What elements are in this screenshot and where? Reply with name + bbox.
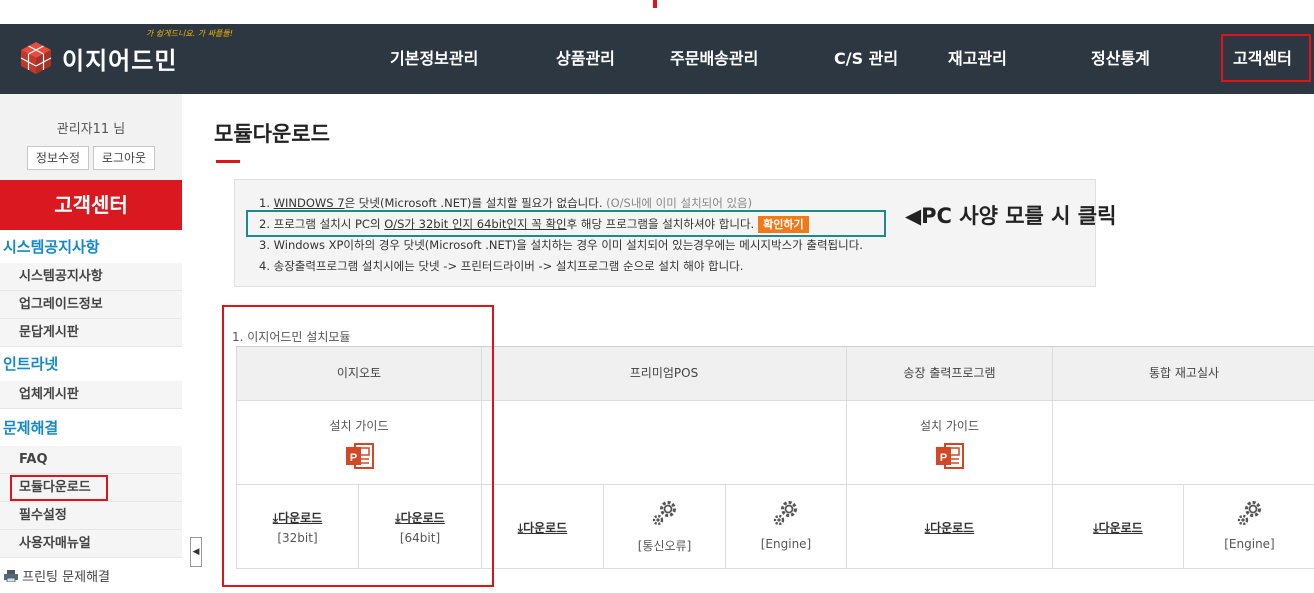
menu-cs[interactable]: C/S 관리 — [834, 24, 898, 94]
menu-order-shipping[interactable]: 주문배송관리 — [670, 24, 758, 94]
download-cell-inventory: ⤓다운로드 — [1053, 485, 1184, 569]
menu-active-highlight — [1221, 34, 1311, 82]
powerpoint-icon[interactable]: P — [935, 441, 965, 471]
notice-line-1-text: 은 닷넷(Microsoft .NET)를 설치할 필요가 없습니다. — [344, 196, 603, 210]
gear-icon[interactable] — [772, 499, 800, 527]
menu-inventory[interactable]: 재고관리 — [948, 24, 1007, 94]
sidebar-active-highlight — [10, 475, 108, 501]
download-link[interactable]: ⤓다운로드 — [1053, 519, 1183, 536]
sidebar-item-faq[interactable]: FAQ — [0, 446, 182, 474]
notice-line-1: 1. WINDOWS 7은 닷넷(Microsoft .NET)를 설치할 필요… — [259, 195, 752, 211]
menu-products[interactable]: 상품관리 — [556, 24, 615, 94]
notice-line-3: 3. Windows XP이하의 경우 닷넷(Microsoft .NET)을 … — [259, 238, 863, 252]
table-header-inventory-check: 통합 재고실사 — [1053, 347, 1314, 401]
collapse-arrow-icon[interactable]: ◀ — [190, 537, 202, 567]
notice-line-1-note: (O/S내에 이미 설치되어 있음) — [602, 196, 753, 210]
download-label: 다운로드 — [930, 521, 975, 535]
top-red-marker — [653, 0, 657, 8]
guide-cell-premium-pos — [482, 401, 847, 485]
gear-cell-pos-comm-error: [통신오류] — [604, 485, 726, 569]
download-cell-invoice-printer: ⤓다운로드 — [847, 485, 1053, 569]
notice-line-2-highlight — [246, 210, 886, 237]
ezauto-column-highlight — [222, 305, 494, 587]
sidebar-item-printing-help[interactable]: 프린팅 문제해결 — [0, 564, 182, 592]
admin-name: 관리자11 님 — [56, 122, 126, 137]
top-navigation-bar: 이지어드민 가 쉽게드니요. 가 싸플들! 기본정보관리 상품관리 주문배송관리… — [0, 24, 1314, 94]
gear-label: [Engine] — [1224, 537, 1275, 551]
guide-cell-inventory-check — [1053, 401, 1314, 485]
notice-line-1-link[interactable]: WINDOWS 7 — [274, 196, 345, 210]
logo-slogan: 가 쉽게드니요. 가 싸플들! — [146, 29, 233, 38]
table-header-invoice-printer: 송장 출력프로그램 — [847, 347, 1053, 401]
sidebar-category-intranet[interactable]: 인트라넷 — [0, 350, 182, 378]
printer-icon — [4, 570, 18, 583]
download-label: 다운로드 — [1098, 521, 1143, 535]
menu-settlement[interactable]: 정산통계 — [1091, 24, 1150, 94]
gear-cell-pos-engine: [Engine] — [726, 485, 847, 569]
sidebar-item-required-settings[interactable]: 필수설정 — [0, 502, 182, 530]
logo-cube-icon — [20, 42, 52, 74]
guide-label[interactable]: 설치 가이드 — [847, 417, 1052, 434]
sidebar-item-system-notices[interactable]: 시스템공지사항 — [0, 263, 182, 291]
guide-cell-invoice-printer: 설치 가이드 P — [847, 401, 1053, 485]
page-title: 모듈다운로드 — [214, 122, 330, 146]
sidebar-item-user-manual[interactable]: 사용자매뉴얼 — [0, 530, 182, 558]
gear-cell-inventory-engine: [Engine] — [1184, 485, 1314, 569]
sidebar-header: 고객센터 — [0, 180, 182, 230]
download-link[interactable]: ⤓다운로드 — [482, 519, 603, 536]
gear-icon[interactable] — [1236, 499, 1264, 527]
sidebar-item-qa-board[interactable]: 문답게시판 — [0, 319, 182, 347]
edit-info-button[interactable]: 정보수정 — [27, 146, 89, 170]
download-link[interactable]: ⤓다운로드 — [847, 519, 1052, 536]
download-label: 다운로드 — [523, 521, 568, 535]
sidebar-category-notices[interactable]: 시스템공지사항 — [0, 233, 182, 261]
pc-spec-callout: ◀PC 사양 모를 시 클릭 — [905, 204, 1117, 228]
sidebar-item-vendor-board[interactable]: 업체게시판 — [0, 381, 182, 409]
printing-help-label: 프린팅 문제해결 — [22, 570, 110, 585]
sidebar: 관리자11 님 정보수정 로그아웃 고객센터 시스템공지사항 시스템공지사항 업… — [0, 94, 182, 593]
menu-basic-info[interactable]: 기본정보관리 — [390, 24, 478, 94]
svg-text:P: P — [940, 452, 947, 464]
top-strip — [0, 0, 1314, 24]
gear-label: [통신오류] — [637, 539, 692, 553]
download-cell-pos: ⤓다운로드 — [482, 485, 604, 569]
sidebar-category-troubleshooting[interactable]: 문제해결 — [0, 414, 182, 442]
sidebar-item-upgrade-info[interactable]: 업그레이드정보 — [0, 291, 182, 319]
notice-line-1-prefix: 1. — [259, 196, 274, 210]
logo[interactable]: 이지어드민 — [18, 32, 177, 84]
sidebar-user-panel: 관리자11 님 정보수정 로그아웃 — [0, 94, 182, 180]
logo-text: 이지어드민 — [62, 46, 178, 75]
title-accent-bar — [216, 160, 240, 163]
notice-line-4: 4. 송장출력프로그램 설치시에는 닷넷 -> 프린터드라이버 -> 설치프로그… — [259, 259, 744, 273]
logout-button[interactable]: 로그아웃 — [93, 146, 155, 170]
gear-label: [Engine] — [760, 537, 812, 551]
gear-icon[interactable] — [651, 499, 679, 527]
table-header-premium-pos: 프리미엄POS — [482, 347, 847, 401]
